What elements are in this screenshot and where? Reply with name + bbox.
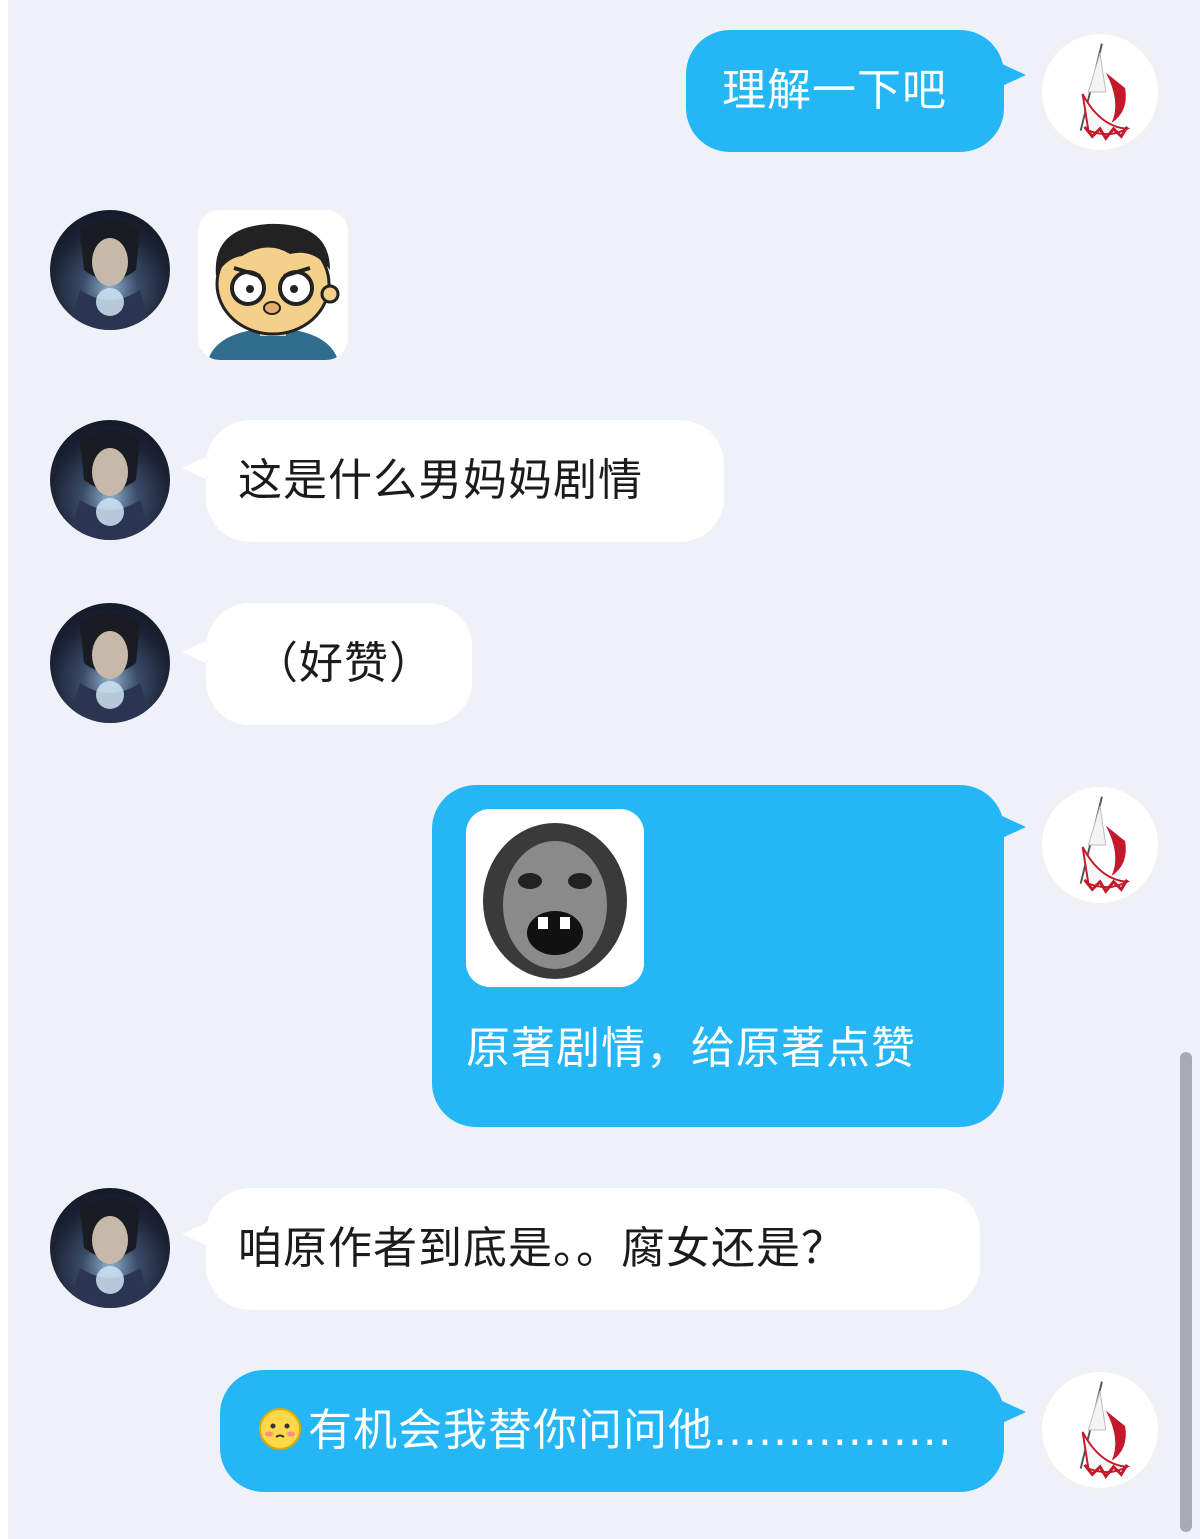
contact-avatar[interactable] — [50, 603, 170, 723]
screaming-face-icon — [466, 809, 644, 987]
message-text: 原著剧情，给原著点赞 — [466, 1023, 916, 1074]
bubble-tail — [182, 1222, 208, 1246]
paper-doll-icon — [1079, 796, 1131, 894]
batman-avatar-icon — [68, 220, 152, 330]
batman-avatar-icon — [68, 1198, 152, 1308]
bubble-tail — [1000, 63, 1026, 87]
my-avatar[interactable] — [1040, 1370, 1160, 1490]
bubble-tail — [182, 640, 208, 664]
angry-boy-icon — [198, 210, 348, 360]
message-bubble-incoming[interactable]: 这是什么男妈妈剧情 — [206, 420, 724, 542]
contact-avatar[interactable] — [50, 210, 170, 330]
scrollbar[interactable] — [1180, 1052, 1192, 1532]
my-avatar[interactable] — [1040, 32, 1160, 152]
screen-left-edge — [0, 0, 8, 1539]
message-text: （好赞） — [254, 638, 434, 689]
my-avatar[interactable] — [1040, 785, 1160, 905]
message-text: 这是什么男妈妈剧情 — [238, 455, 643, 506]
message-text: 理解一下吧 — [722, 65, 947, 116]
blush-emoji-icon — [258, 1407, 302, 1451]
message-text: 有机会我替你问问他................ — [308, 1405, 953, 1456]
bubble-tail — [1000, 815, 1026, 839]
batman-avatar-icon — [68, 613, 152, 723]
message-bubble-incoming[interactable]: 咱原作者到底是。。腐女还是？ — [206, 1188, 980, 1310]
paper-doll-icon — [1079, 43, 1131, 141]
meme-face-sticker[interactable] — [466, 809, 644, 987]
message-bubble-incoming[interactable]: （好赞） — [206, 603, 472, 725]
batman-avatar-icon — [68, 430, 152, 540]
contact-avatar[interactable] — [50, 1188, 170, 1308]
message-text: 咱原作者到底是。。腐女还是？ — [238, 1223, 846, 1274]
message-bubble-outgoing[interactable]: 理解一下吧 — [686, 30, 1004, 152]
bubble-tail — [182, 456, 208, 480]
message-bubble-outgoing[interactable]: 原著剧情，给原著点赞 — [432, 785, 1004, 1127]
message-bubble-outgoing[interactable]: 有机会我替你问问他................ — [220, 1370, 1004, 1492]
contact-avatar[interactable] — [50, 420, 170, 540]
bubble-tail — [1000, 1400, 1026, 1424]
paper-doll-icon — [1079, 1381, 1131, 1479]
cartoon-boy-sticker[interactable] — [198, 210, 348, 360]
